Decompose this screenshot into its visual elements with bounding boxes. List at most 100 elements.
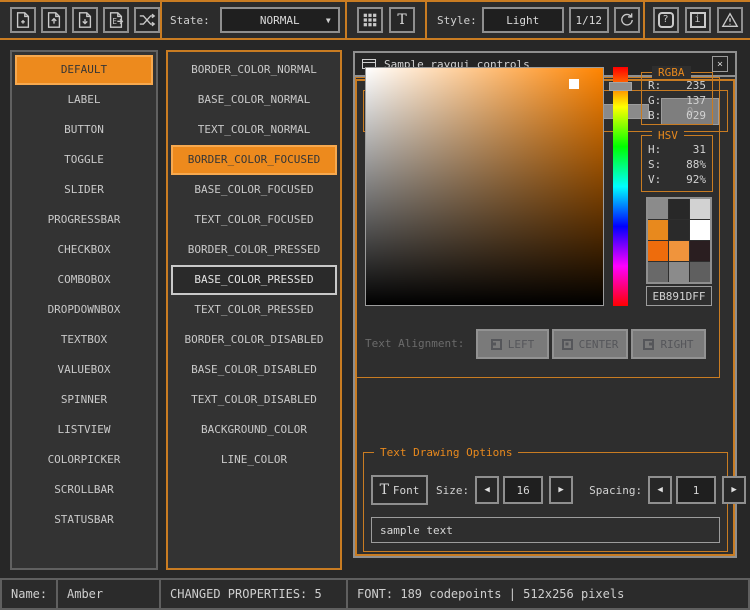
style-name-button[interactable]: Light bbox=[482, 7, 564, 33]
hue-slider-handle[interactable] bbox=[609, 82, 632, 91]
info-button[interactable]: i bbox=[685, 7, 711, 33]
color-swatch[interactable] bbox=[669, 241, 689, 261]
size-decrease-button[interactable]: ◀ bbox=[475, 476, 499, 504]
controls-list-item[interactable]: SLIDER bbox=[15, 175, 153, 205]
export-file-button[interactable]: E bbox=[103, 7, 129, 33]
new-file-button[interactable] bbox=[10, 7, 36, 33]
hue-slider[interactable] bbox=[613, 67, 628, 306]
properties-list-item[interactable]: TEXT_COLOR_DISABLED bbox=[171, 385, 337, 415]
font-button[interactable]: T Font bbox=[371, 475, 428, 505]
align-right-button[interactable]: RIGHT bbox=[631, 329, 706, 359]
controls-list: DEFAULTLABELBUTTONTOGGLESLIDERPROGRESSBA… bbox=[10, 50, 158, 570]
properties-list-item[interactable]: BORDER_COLOR_DISABLED bbox=[171, 325, 337, 355]
toolbar: E State: NORMAL ▼ bbox=[0, 0, 750, 40]
reload-style-button[interactable] bbox=[614, 7, 640, 33]
issue-report-button[interactable] bbox=[717, 7, 743, 33]
randomize-style-button[interactable] bbox=[134, 7, 160, 33]
arrow-right-icon: ▶ bbox=[558, 485, 563, 495]
properties-list-item[interactable]: TEXT_COLOR_FOCUSED bbox=[171, 205, 337, 235]
controls-list-item[interactable]: TEXTBOX bbox=[15, 325, 153, 355]
color-swatch[interactable] bbox=[690, 262, 710, 282]
spacing-value-box[interactable]: 1 bbox=[676, 476, 716, 504]
properties-list-item[interactable]: TEXT_COLOR_PRESSED bbox=[171, 295, 337, 325]
close-icon[interactable]: × bbox=[712, 56, 728, 72]
controls-list-item[interactable]: CHECKBOX bbox=[15, 235, 153, 265]
properties-list-item[interactable]: BASE_COLOR_FOCUSED bbox=[171, 175, 337, 205]
hsv-row-label: H: bbox=[648, 142, 661, 157]
size-increase-button[interactable]: ▶ bbox=[549, 476, 573, 504]
style-table-view-button[interactable] bbox=[357, 7, 383, 33]
hsv-row-value: 92% bbox=[686, 172, 706, 187]
text-alignment-label: Text Alignment: bbox=[365, 329, 461, 359]
color-swatch[interactable] bbox=[648, 220, 668, 240]
state-dropdown[interactable]: NORMAL ▼ bbox=[220, 7, 340, 33]
toolbar-help-section: ? i bbox=[645, 2, 750, 38]
controls-list-item[interactable]: STATUSBAR bbox=[15, 505, 153, 535]
controls-list-item[interactable]: TOGGLE bbox=[15, 145, 153, 175]
rgba-row: R: 235 bbox=[642, 78, 712, 93]
properties-list-item[interactable]: BORDER_COLOR_FOCUSED bbox=[171, 145, 337, 175]
spacing-decrease-button[interactable]: ◀ bbox=[648, 476, 672, 504]
align-center-button[interactable]: CENTER bbox=[552, 329, 628, 359]
hsv-group: HSV H: 31 S: 88% V: 92% bbox=[641, 135, 713, 192]
color-swatch[interactable] bbox=[669, 220, 689, 240]
properties-list-item[interactable]: LINE_COLOR bbox=[171, 445, 337, 475]
size-value-box[interactable]: 16 bbox=[503, 476, 543, 504]
controls-list-item[interactable]: SCROLLBAR bbox=[15, 475, 153, 505]
color-swatch[interactable] bbox=[690, 199, 710, 219]
align-center-icon bbox=[562, 339, 573, 350]
controls-list-item[interactable]: DROPDOWNBOX bbox=[15, 295, 153, 325]
properties-list-item[interactable]: BASE_COLOR_NORMAL bbox=[171, 85, 337, 115]
save-file-icon bbox=[76, 11, 94, 29]
open-file-button[interactable] bbox=[41, 7, 67, 33]
hex-color-textbox[interactable]: EB891DFF bbox=[646, 286, 712, 306]
color-swatch-grid bbox=[646, 197, 712, 284]
controls-list-item[interactable]: COLORPICKER bbox=[15, 445, 153, 475]
color-swatch[interactable] bbox=[690, 220, 710, 240]
color-swatch[interactable] bbox=[648, 199, 668, 219]
color-picker-cursor[interactable] bbox=[569, 79, 579, 89]
controls-list-item[interactable]: COMBOBOX bbox=[15, 265, 153, 295]
hsv-row-label: V: bbox=[648, 172, 661, 187]
help-icon: ? bbox=[658, 12, 674, 28]
properties-list-item[interactable]: BACKGROUND_COLOR bbox=[171, 415, 337, 445]
rguistyler-app: E State: NORMAL ▼ bbox=[0, 0, 750, 610]
help-button[interactable]: ? bbox=[653, 7, 679, 33]
spacing-increase-button[interactable]: ▶ bbox=[722, 476, 746, 504]
controls-list-item[interactable]: DEFAULT bbox=[15, 55, 153, 85]
reload-icon bbox=[618, 11, 636, 29]
color-swatch[interactable] bbox=[648, 262, 668, 282]
properties-list-item[interactable]: BORDER_COLOR_PRESSED bbox=[171, 235, 337, 265]
style-name-input[interactable]: Amber bbox=[56, 578, 161, 610]
export-file-icon: E bbox=[107, 11, 125, 29]
color-swatch[interactable] bbox=[648, 241, 668, 261]
align-left-button[interactable]: LEFT bbox=[476, 329, 549, 359]
properties-list-item[interactable]: BORDER_COLOR_NORMAL bbox=[171, 55, 337, 85]
rgba-row-value: 235 bbox=[686, 78, 706, 93]
controls-list-item[interactable]: LISTVIEW bbox=[15, 415, 153, 445]
sample-text-input[interactable]: sample text bbox=[371, 517, 720, 543]
properties-list-item[interactable]: TEXT_COLOR_NORMAL bbox=[171, 115, 337, 145]
controls-list-item[interactable]: PROGRESSBAR bbox=[15, 205, 153, 235]
color-swatch[interactable] bbox=[669, 199, 689, 219]
controls-list-item[interactable]: VALUEBOX bbox=[15, 355, 153, 385]
color-picker-gradient[interactable] bbox=[365, 67, 604, 306]
arrow-right-icon: ▶ bbox=[731, 485, 736, 495]
font-atlas-view-button[interactable]: T bbox=[389, 7, 415, 33]
arrow-left-icon: ◀ bbox=[657, 485, 662, 495]
new-file-icon bbox=[14, 11, 32, 29]
color-swatch[interactable] bbox=[690, 241, 710, 261]
sample-controls-window: Sample raygui controls × Property Editor… bbox=[353, 51, 737, 558]
controls-list-item[interactable]: BUTTON bbox=[15, 115, 153, 145]
properties-list-item[interactable]: BASE_COLOR_PRESSED bbox=[171, 265, 337, 295]
rgba-row-label: B: bbox=[648, 108, 661, 123]
properties-list-item[interactable]: BASE_COLOR_DISABLED bbox=[171, 355, 337, 385]
controls-list-item[interactable]: LABEL bbox=[15, 85, 153, 115]
color-swatch[interactable] bbox=[669, 262, 689, 282]
text-tool-icon: T bbox=[397, 12, 406, 28]
rgba-group: RGBA R: 235 G: 137 B: 029 bbox=[641, 72, 713, 125]
save-file-button[interactable] bbox=[72, 7, 98, 33]
hsv-row: S: 88% bbox=[642, 157, 712, 172]
statusbar-changed-properties: CHANGED PROPERTIES: 5 bbox=[159, 578, 348, 610]
controls-list-item[interactable]: SPINNER bbox=[15, 385, 153, 415]
